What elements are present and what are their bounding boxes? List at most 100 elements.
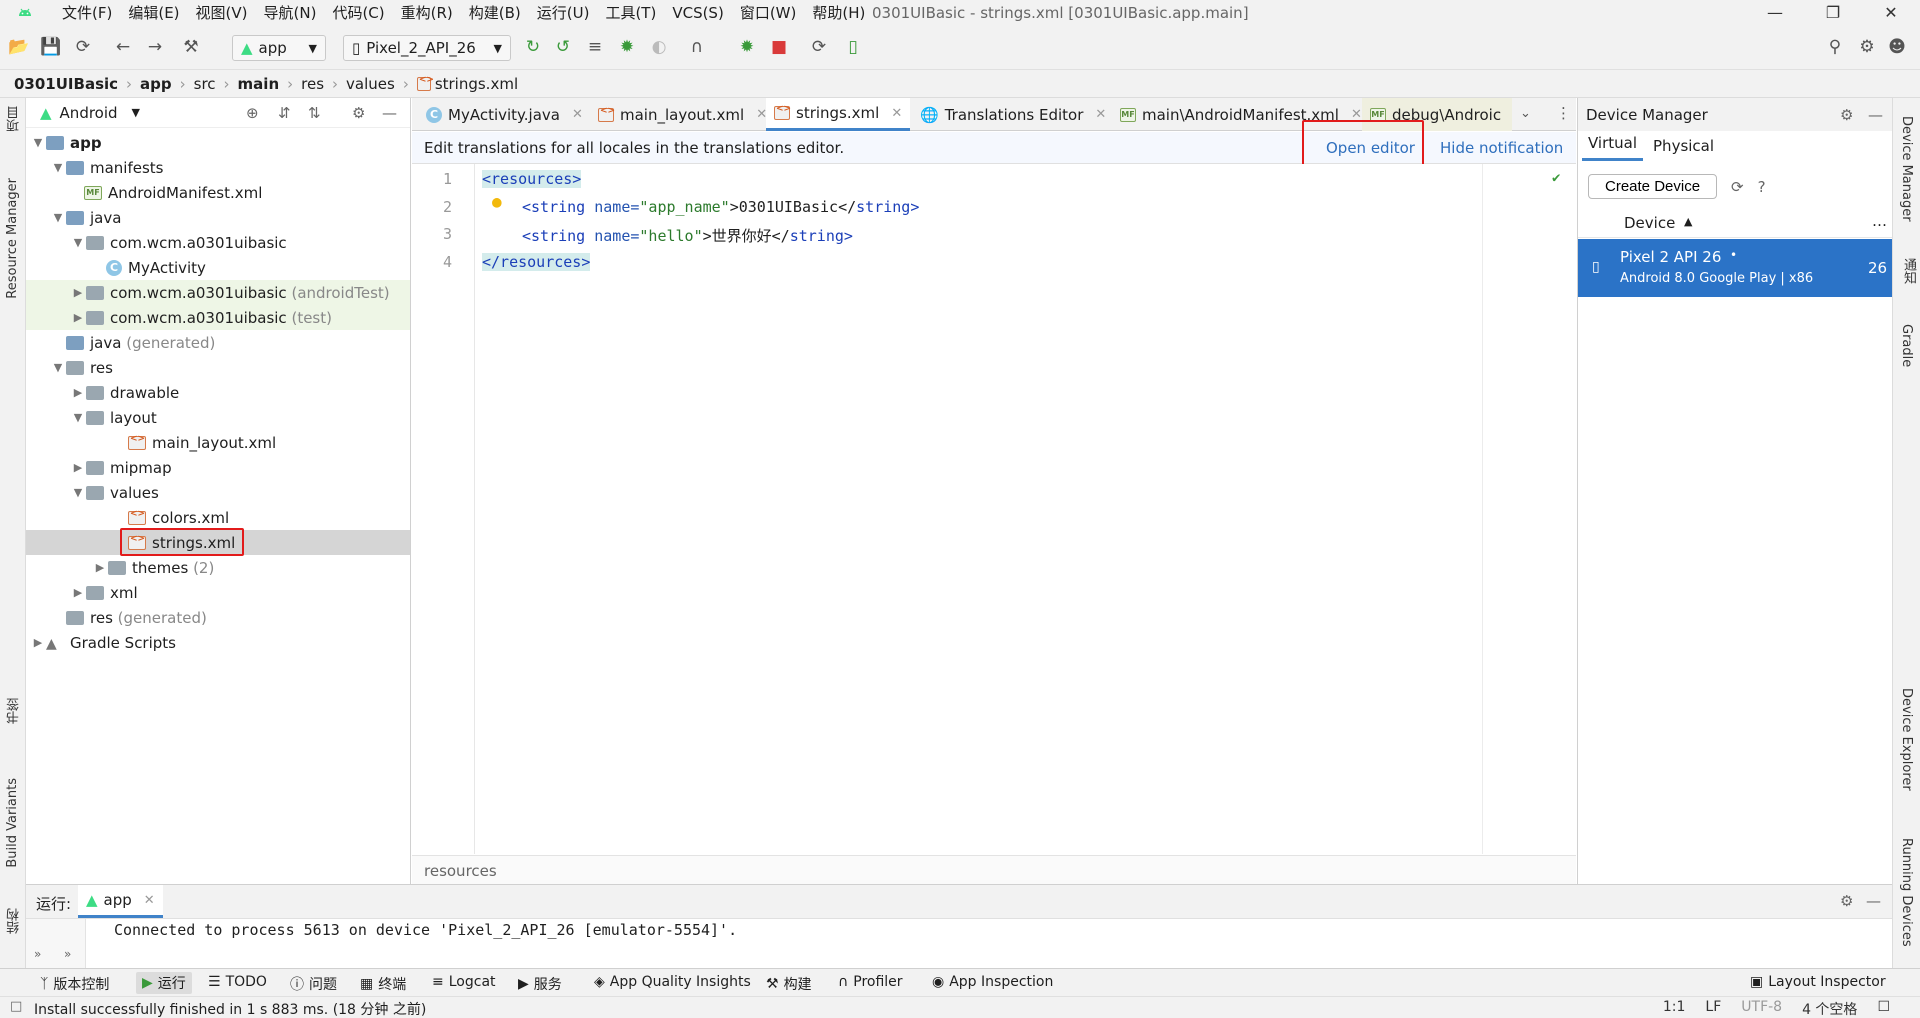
tool-version-control[interactable]: ᛉ 版本控制: [40, 974, 109, 994]
resource-manager-tab[interactable]: Resource Manager: [5, 178, 20, 299]
create-device-button[interactable]: Create Device: [1588, 174, 1718, 199]
refresh-icon[interactable]: ⟳: [1731, 178, 1744, 196]
account-icon[interactable]: ☻: [1886, 36, 1908, 58]
run-config-select[interactable]: ▲ app ▼: [232, 35, 326, 61]
tree-item[interactable]: ▼ values: [26, 480, 410, 505]
settings-icon[interactable]: ⚙: [1840, 892, 1853, 910]
tree-item[interactable]: colors.xml: [26, 505, 410, 530]
tree-item[interactable]: C MyActivity: [26, 255, 410, 280]
tab-virtual[interactable]: Virtual: [1582, 134, 1644, 161]
lock-icon[interactable]: ☐: [1877, 999, 1890, 1018]
back-icon[interactable]: ←: [112, 36, 134, 58]
expand-icon[interactable]: »: [34, 947, 41, 961]
hide-panel-icon[interactable]: —: [1868, 106, 1883, 124]
search-icon[interactable]: ⚲: [1824, 36, 1846, 58]
menu-run[interactable]: 运行(U): [529, 0, 598, 26]
menu-file[interactable]: 文件(F): [54, 0, 120, 26]
tree-item[interactable]: ▶ com.wcm.a0301uibasic (androidTest): [26, 280, 410, 305]
breadcrumb-module[interactable]: app: [140, 75, 172, 93]
tool-services[interactable]: ▶ 服务: [518, 974, 562, 994]
menu-vcs[interactable]: VCS(S): [664, 0, 731, 26]
tree-item[interactable]: ▼ java: [26, 205, 410, 230]
tree-item[interactable]: ▶ com.wcm.a0301uibasic (test): [26, 305, 410, 330]
tree-item[interactable]: ▶ ▲ Gradle Scripts: [26, 630, 410, 655]
chevron-down-icon[interactable]: ▼: [70, 236, 86, 249]
menu-refactor[interactable]: 重构(R): [393, 0, 461, 26]
run-console[interactable]: » » Connected to process 5613 on device …: [26, 918, 1892, 969]
tab-physical[interactable]: Physical: [1647, 137, 1720, 161]
project-view-select[interactable]: Android: [60, 104, 118, 122]
locate-icon[interactable]: ⊕: [246, 104, 259, 122]
run-tab-app[interactable]: ▲ app ✕: [78, 885, 163, 918]
device-mirror-icon[interactable]: ▯: [842, 36, 864, 58]
status-toggle-icon[interactable]: □: [10, 999, 22, 1014]
chevron-down-icon[interactable]: ▼: [70, 486, 86, 499]
profile-icon[interactable]: ∩: [686, 36, 708, 58]
bookmarks-tab[interactable]: 书签: [5, 698, 24, 724]
editor-context[interactable]: resources: [424, 862, 497, 880]
running-devices-tool-tab[interactable]: Running Devices: [1899, 838, 1914, 947]
tree-item[interactable]: main_layout.xml: [26, 430, 410, 455]
tree-item[interactable]: ▼ app: [26, 130, 410, 155]
tree-item[interactable]: MF AndroidManifest.xml: [26, 180, 410, 205]
expand-icon[interactable]: »: [64, 947, 71, 961]
breadcrumb-project[interactable]: 0301UIBasic: [14, 75, 118, 93]
device-explorer-tool-tab[interactable]: Device Explorer: [1899, 688, 1914, 791]
menu-build[interactable]: 构建(B): [461, 0, 529, 26]
tab-myactivity[interactable]: C MyActivity.java ✕: [418, 98, 591, 131]
chevron-down-icon[interactable]: ▼: [30, 136, 46, 149]
more-columns-icon[interactable]: …: [1872, 212, 1887, 230]
chevron-down-icon[interactable]: ▼: [50, 211, 66, 224]
collapse-all-icon[interactable]: ⇅: [308, 104, 321, 122]
chevron-down-icon[interactable]: ▼: [132, 106, 140, 119]
debug-icon[interactable]: ✹: [616, 36, 638, 58]
minimize-icon[interactable]: —: [1746, 0, 1804, 26]
breadcrumb-res[interactable]: res: [301, 75, 324, 93]
tab-translations-editor[interactable]: 🌐 Translations Editor ✕: [912, 98, 1114, 131]
help-icon[interactable]: ?: [1758, 178, 1766, 196]
tool-problems[interactable]: ⓘ 问题: [290, 974, 337, 994]
inspection-ok-icon[interactable]: ✔: [1552, 170, 1560, 186]
tree-item[interactable]: res (generated): [26, 605, 410, 630]
line-separator[interactable]: LF: [1705, 999, 1721, 1018]
hide-panel-icon[interactable]: —: [1866, 892, 1881, 910]
stop-icon[interactable]: ■: [768, 36, 790, 58]
device-row[interactable]: ▯ Pixel 2 API 26 • Android 8.0 Google Pl…: [1578, 239, 1893, 297]
tree-item[interactable]: ▼ layout: [26, 405, 410, 430]
project-tool-tab[interactable]: 项目: [5, 106, 24, 132]
close-tab-icon[interactable]: ✕: [1095, 107, 1106, 122]
menu-tools[interactable]: 工具(T): [597, 0, 664, 26]
tree-item[interactable]: ▶ drawable: [26, 380, 410, 405]
device-manager-tool-tab[interactable]: Device Manager: [1899, 116, 1914, 222]
sync-icon[interactable]: ⟳: [72, 36, 94, 58]
close-tab-icon[interactable]: ✕: [891, 106, 902, 121]
restore-icon[interactable]: ❐: [1804, 0, 1862, 26]
tool-app-quality-insights[interactable]: ◈ App Quality Insights: [594, 974, 751, 990]
chevron-down-icon[interactable]: ▼: [50, 361, 66, 374]
chevron-right-icon[interactable]: ▶: [70, 586, 86, 599]
menu-code[interactable]: 代码(C): [324, 0, 392, 26]
tool-profiler[interactable]: ∩ Profiler: [838, 974, 903, 990]
chevron-down-icon[interactable]: ▼: [70, 411, 86, 424]
chevron-right-icon[interactable]: ▶: [92, 561, 108, 574]
tab-strings[interactable]: strings.xml ✕: [766, 98, 911, 131]
gradle-tool-tab[interactable]: Gradle: [1899, 324, 1914, 367]
settings-icon[interactable]: ⚙: [1856, 36, 1878, 58]
hide-panel-icon[interactable]: —: [382, 104, 397, 122]
device-column-header[interactable]: Device: [1624, 214, 1675, 232]
open-folder-icon[interactable]: 📂: [8, 36, 30, 58]
breadcrumb-src[interactable]: src: [194, 75, 216, 93]
breadcrumb-file[interactable]: strings.xml: [435, 75, 518, 93]
indent-setting[interactable]: 4 个空格: [1802, 999, 1857, 1018]
more-options-icon[interactable]: ⋮: [1556, 104, 1571, 122]
tab-list-chevron-icon[interactable]: ⌄: [1520, 106, 1531, 121]
tool-run[interactable]: ▶ 运行: [136, 972, 192, 994]
forward-icon[interactable]: →: [144, 36, 166, 58]
chevron-right-icon[interactable]: ▶: [30, 636, 46, 649]
caret-position[interactable]: 1:1: [1663, 999, 1686, 1018]
tab-main-layout[interactable]: main_layout.xml✕: [590, 98, 775, 131]
chevron-right-icon[interactable]: ▶: [70, 461, 86, 474]
intention-bulb-icon[interactable]: ●: [492, 192, 502, 211]
close-tab-icon[interactable]: ✕: [572, 107, 583, 122]
stop-debug-icon[interactable]: ✹: [736, 36, 758, 58]
